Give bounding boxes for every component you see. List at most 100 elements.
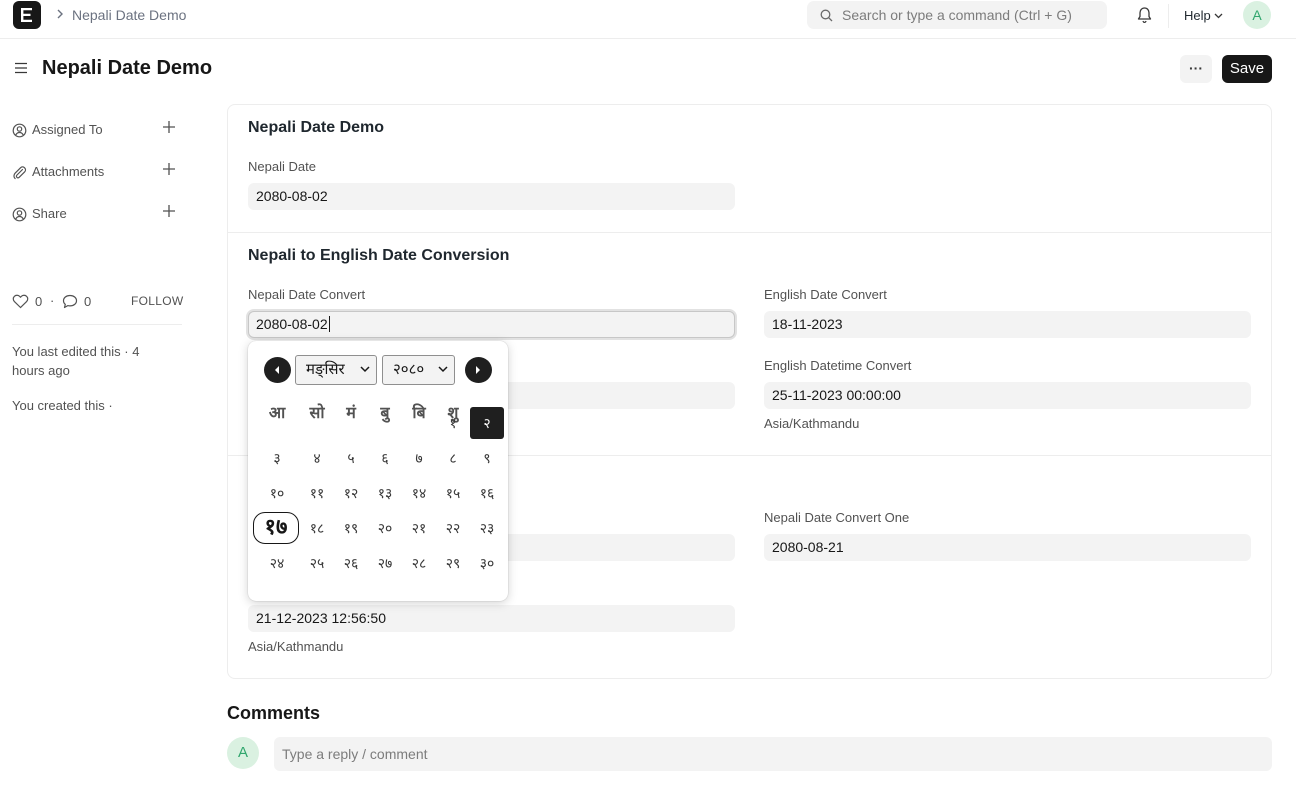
sidebar-share[interactable]: Share bbox=[12, 204, 182, 224]
comments-count: 0 bbox=[84, 294, 92, 309]
calendar-day[interactable]: २६ bbox=[334, 547, 368, 579]
calendar-day[interactable]: २० bbox=[368, 512, 402, 544]
created-text: You created this · bbox=[12, 398, 113, 413]
sidebar-assigned-to[interactable]: Assigned To bbox=[12, 120, 182, 140]
help-dropdown[interactable]: Help bbox=[1184, 8, 1223, 23]
nepali-date-convert-field[interactable]: 2080-08-02 bbox=[248, 311, 735, 338]
search-input[interactable] bbox=[842, 1, 1097, 29]
section-title-nepali-date-demo: Nepali Date Demo bbox=[248, 119, 385, 136]
weekday-header: बि bbox=[412, 405, 426, 422]
nepali-date-convert-label: Nepali Date Convert bbox=[248, 287, 366, 302]
calendar-day[interactable]: ८ bbox=[436, 442, 470, 474]
calendar-day[interactable]: २३ bbox=[470, 512, 504, 544]
heart-icon[interactable] bbox=[12, 294, 29, 309]
sidebar-divider bbox=[12, 324, 182, 325]
sidebar-attachments[interactable]: Attachments bbox=[12, 162, 182, 182]
notification-bell-icon[interactable] bbox=[1136, 6, 1153, 27]
comments-title: Comments bbox=[227, 703, 321, 723]
chevron-right-icon bbox=[56, 8, 64, 22]
nepali-date-convert-value: 2080-08-02 bbox=[256, 316, 328, 332]
navbar-divider bbox=[1168, 4, 1169, 28]
follow-button[interactable]: FOLLOW bbox=[131, 294, 183, 308]
add-share-icon[interactable] bbox=[162, 204, 176, 218]
separator-dot: · bbox=[50, 293, 55, 308]
calendar-day[interactable]: ११ bbox=[300, 477, 334, 509]
assigned-to-label: Assigned To bbox=[32, 122, 103, 137]
year-select[interactable]: २०८० bbox=[382, 355, 455, 385]
calendar-day[interactable]: २२ bbox=[436, 512, 470, 544]
datetime-timezone: Asia/Kathmandu bbox=[248, 639, 344, 654]
calendar-day[interactable]: ६ bbox=[368, 442, 402, 474]
save-button[interactable]: Save bbox=[1222, 55, 1272, 83]
calendar-day[interactable]: २९ bbox=[436, 547, 470, 579]
add-assignee-icon[interactable] bbox=[162, 120, 176, 134]
year-select-value: २०८० bbox=[393, 361, 425, 378]
add-attachment-icon[interactable] bbox=[162, 162, 176, 176]
nepali-datepicker: मङ्सिर २०८० आसोमंबुबिशुश१२३४५६७८९१०१११२१… bbox=[248, 341, 508, 601]
calendar-day[interactable]: २१ bbox=[402, 512, 436, 544]
nepali-date-convert-one-label: Nepali Date Convert One bbox=[764, 510, 910, 525]
page-title: Nepali Date Demo bbox=[42, 57, 213, 79]
last-edited-text: You last edited this · 4 hours ago bbox=[12, 344, 140, 378]
calendar-day[interactable]: ३ bbox=[260, 442, 294, 474]
calendar-day[interactable]: ४ bbox=[300, 442, 334, 474]
attachments-label: Attachments bbox=[32, 164, 105, 179]
calendar-day[interactable]: १६ bbox=[470, 477, 504, 509]
comment-input[interactable] bbox=[274, 737, 1272, 771]
search-bar[interactable] bbox=[807, 1, 1107, 29]
logo-e-icon bbox=[21, 8, 32, 22]
calendar-day[interactable]: २४ bbox=[260, 547, 294, 579]
chevron-right-icon bbox=[476, 366, 480, 374]
chevron-down-icon bbox=[438, 366, 448, 373]
english-datetime-convert-field[interactable]: 25-11-2023 00:00:00 bbox=[764, 382, 1251, 409]
calendar-day[interactable]: १ bbox=[436, 407, 470, 439]
calendar-day[interactable]: १३ bbox=[368, 477, 402, 509]
likes-count: 0 bbox=[35, 294, 43, 309]
help-label: Help bbox=[1184, 8, 1211, 23]
month-select-value: मङ्सिर bbox=[306, 361, 345, 378]
chevron-down-icon bbox=[360, 366, 370, 373]
english-date-convert-label: English Date Convert bbox=[764, 287, 887, 302]
nepali-date-field[interactable]: 2080-08-02 bbox=[248, 183, 735, 210]
calendar-day[interactable]: १२ bbox=[334, 477, 368, 509]
paperclip-icon bbox=[13, 166, 27, 180]
calendar-day[interactable]: ७ bbox=[402, 442, 436, 474]
month-select[interactable]: मङ्सिर bbox=[295, 355, 377, 385]
english-datetime-timezone: Asia/Kathmandu bbox=[764, 416, 860, 431]
prev-month-button[interactable] bbox=[264, 357, 291, 383]
weekday-header: मं bbox=[346, 405, 356, 422]
english-date-convert-field[interactable]: 18-11-2023 bbox=[764, 311, 1251, 338]
weekday-header: बु bbox=[380, 405, 390, 422]
sidebar-toggle-icon[interactable] bbox=[14, 61, 28, 78]
breadcrumb[interactable]: Nepali Date Demo bbox=[72, 7, 186, 23]
app-logo[interactable] bbox=[13, 1, 41, 29]
calendar-day[interactable]: १८ bbox=[300, 512, 334, 544]
more-actions-button[interactable]: ··· bbox=[1180, 55, 1212, 83]
nepali-date-convert-one-field[interactable]: 2080-08-21 bbox=[764, 534, 1251, 561]
calendar-day[interactable]: १९ bbox=[334, 512, 368, 544]
calendar-day[interactable]: ३० bbox=[470, 547, 504, 579]
next-month-button[interactable] bbox=[465, 357, 492, 383]
calendar-day[interactable]: २ bbox=[470, 407, 504, 439]
english-datetime-convert-label: English Datetime Convert bbox=[764, 358, 912, 373]
user-avatar[interactable]: A bbox=[1243, 1, 1271, 29]
calendar-day[interactable]: २५ bbox=[300, 547, 334, 579]
calendar-day[interactable]: ५ bbox=[334, 442, 368, 474]
chevron-left-icon bbox=[275, 366, 279, 374]
text-caret bbox=[328, 316, 330, 332]
calendar-day[interactable]: २७ bbox=[368, 547, 402, 579]
comment-icon[interactable] bbox=[62, 294, 78, 309]
search-icon bbox=[820, 9, 833, 22]
calendar-day[interactable]: १० bbox=[260, 477, 294, 509]
comment-avatar: A bbox=[227, 737, 259, 769]
share-label: Share bbox=[32, 206, 67, 221]
calendar-day[interactable]: ९ bbox=[470, 442, 504, 474]
calendar-day[interactable]: १५ bbox=[436, 477, 470, 509]
share-user-icon bbox=[12, 207, 27, 222]
weekday-header: आ bbox=[268, 405, 286, 422]
calendar-day[interactable]: २८ bbox=[402, 547, 436, 579]
section-divider bbox=[228, 232, 1271, 233]
calendar-day[interactable]: १४ bbox=[402, 477, 436, 509]
datetime-field[interactable]: 21-12-2023 12:56:50 bbox=[248, 605, 735, 632]
calendar-day[interactable]: १७ bbox=[253, 512, 299, 544]
